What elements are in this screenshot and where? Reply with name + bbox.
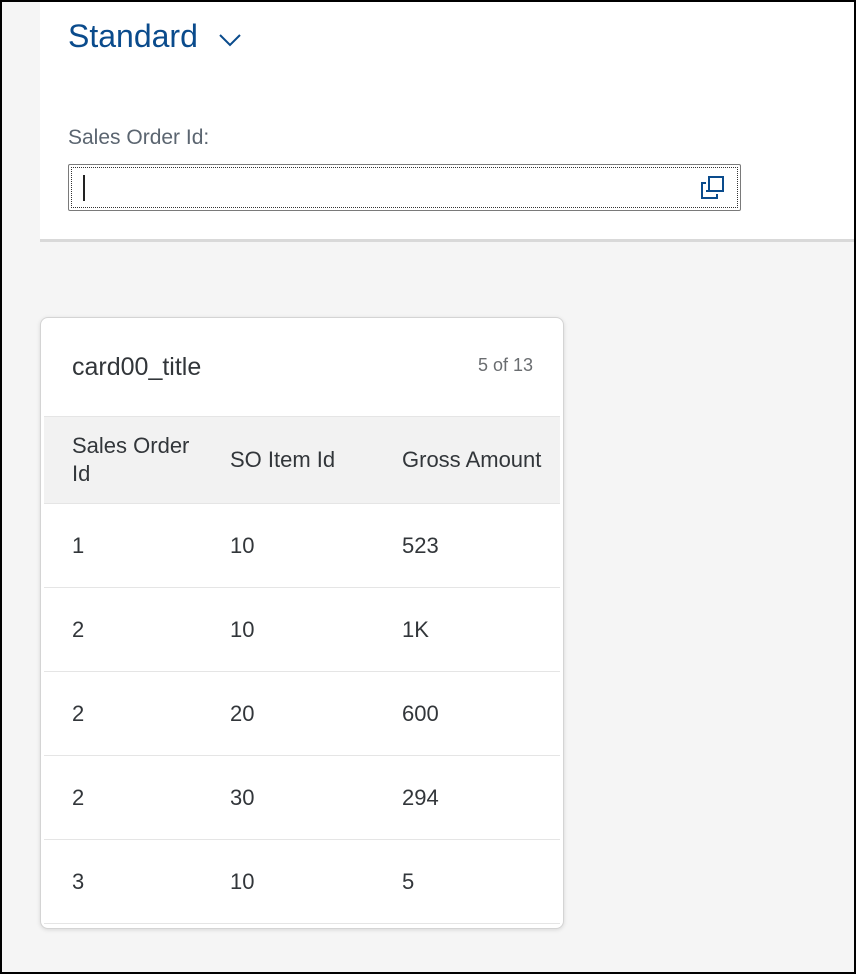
cell-sales-order-id: 2 — [44, 671, 202, 756]
app-frame: Standard Sales Order Id: card00_title 5 … — [0, 0, 856, 974]
cell-gross-amount: 5 — [374, 839, 560, 924]
left-margin — [2, 2, 40, 972]
variant-title[interactable]: Standard — [68, 16, 198, 56]
chevron-down-icon[interactable] — [218, 32, 242, 48]
table-row[interactable]: 1 10 523 — [44, 503, 560, 588]
cell-so-item-id: 10 — [202, 587, 374, 672]
column-header-sales-order-id: Sales Order Id — [44, 416, 202, 504]
cell-gross-amount: 1K — [374, 587, 560, 672]
cell-so-item-id: 20 — [202, 671, 374, 756]
cell-gross-amount: 294 — [374, 755, 560, 840]
table-row[interactable]: 2 10 1K — [44, 587, 560, 672]
sales-order-id-label: Sales Order Id: — [68, 126, 210, 149]
cell-sales-order-id: 3 — [44, 839, 202, 924]
text-caret — [83, 175, 85, 201]
cell-so-item-id: 30 — [202, 755, 374, 840]
cell-sales-order-id: 2 — [44, 755, 202, 840]
sales-order-id-input[interactable] — [81, 171, 681, 203]
cell-gross-amount: 600 — [374, 671, 560, 756]
cell-gross-amount: 523 — [374, 503, 560, 588]
sales-order-id-field[interactable] — [68, 164, 741, 211]
variant-selector[interactable]: Standard — [68, 16, 242, 56]
cell-sales-order-id: 1 — [44, 503, 202, 588]
cell-so-item-id: 10 — [202, 839, 374, 924]
cell-sales-order-id: 2 — [44, 587, 202, 672]
table-row[interactable]: 3 10 5 — [44, 839, 560, 924]
cell-so-item-id: 10 — [202, 503, 374, 588]
column-header-so-item-id: SO Item Id — [202, 416, 374, 504]
card-table: Sales Order Id SO Item Id Gross Amount 1… — [44, 416, 560, 924]
table-row[interactable]: 2 20 600 — [44, 671, 560, 756]
table-card[interactable]: card00_title 5 of 13 Sales Order Id SO I… — [40, 317, 564, 929]
filter-bar-panel: Standard Sales Order Id: — [40, 2, 854, 242]
value-help-icon[interactable] — [700, 175, 726, 201]
table-header-row: Sales Order Id SO Item Id Gross Amount — [44, 416, 560, 504]
card-count: 5 of 13 — [477, 355, 533, 375]
card-title[interactable]: card00_title — [72, 353, 201, 382]
column-header-gross-amount: Gross Amount — [374, 416, 560, 504]
table-row[interactable]: 2 30 294 — [44, 755, 560, 840]
